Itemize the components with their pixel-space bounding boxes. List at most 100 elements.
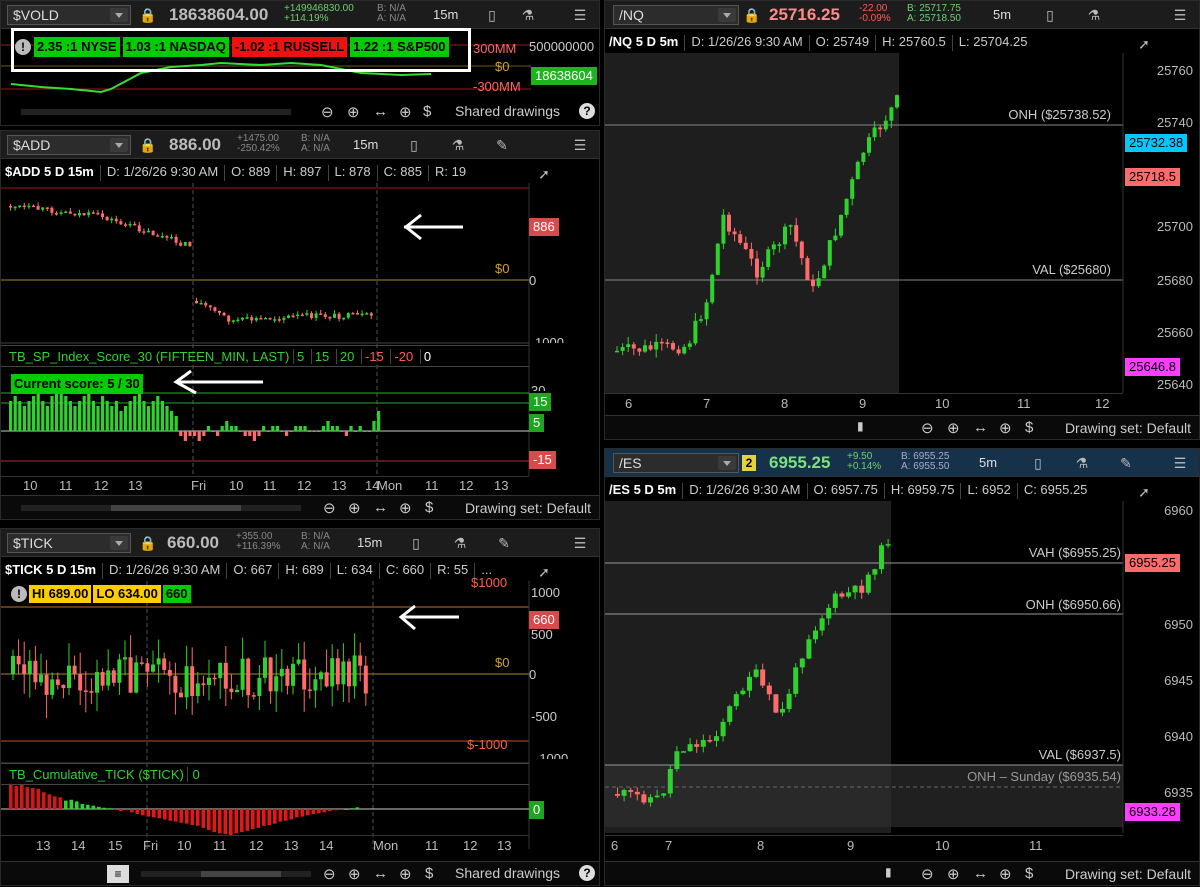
candle-body (240, 658, 245, 690)
candle-body (263, 657, 267, 678)
candle-body (323, 314, 327, 317)
cum-tick-bar (42, 792, 46, 809)
tick-shared-drawings[interactable]: Shared drawings (455, 865, 560, 881)
tick-xlabel: 13 (36, 838, 51, 853)
candle-body (328, 316, 332, 319)
candle-body (700, 740, 706, 747)
candle-body (319, 672, 323, 680)
help-icon[interactable]: ? (579, 103, 595, 119)
crosshair-icon[interactable]: ⊕ (999, 865, 1012, 883)
candles-icon[interactable]: ▯ (483, 6, 501, 24)
add-drawing-set[interactable]: Drawing set: Default (465, 500, 591, 516)
menu-icon[interactable]: ☰ (571, 6, 589, 24)
vold-symbol-select[interactable]: $VOLD (7, 5, 131, 25)
add-scrollbar[interactable] (21, 505, 301, 511)
zoom-out-icon[interactable]: ⊖ (323, 865, 336, 883)
tick-xlabel: 13 (497, 838, 512, 853)
dollar-icon[interactable]: $ (425, 865, 433, 882)
score-bar (298, 426, 302, 431)
candle-body (11, 655, 15, 674)
candle-body (195, 301, 198, 304)
score-bar (335, 426, 339, 431)
tick-candles (11, 633, 368, 719)
candle-body (819, 618, 825, 631)
es-xlabel: 9 (847, 838, 855, 853)
score-bar (188, 431, 192, 436)
current-score-badge: Current score: 5 / 30 (11, 374, 143, 394)
scroll-handle-icon[interactable]: ▮ (857, 419, 864, 433)
es-xaxis: 6 7 8 9 10 11 (605, 835, 1123, 855)
tick-label-neg1000: $-1000 (467, 737, 508, 752)
flask-icon[interactable]: ⚗ (519, 6, 537, 24)
vold-shared-drawings[interactable]: Shared drawings (455, 103, 560, 119)
tick-xaxis: 13 14 15 Fri 10 11 12 13 14 Mon 11 12 13 (1, 835, 529, 855)
zoom-in-icon[interactable]: ⊕ (947, 419, 960, 437)
candle-body (285, 668, 290, 686)
candle-body (738, 234, 743, 243)
vold-panel: $VOLD 🔒 18638604.00 +149946830.00 +114.19… (0, 0, 600, 126)
cum-tick-bar (9, 783, 13, 809)
dollar-icon[interactable]: $ (1025, 419, 1033, 436)
crosshair-icon[interactable]: ⊕ (399, 865, 412, 883)
lock-icon[interactable]: 🔒 (139, 6, 157, 24)
tick-tick-neg500: -500 (531, 709, 558, 724)
tick-xlabel: 11 (425, 838, 439, 853)
warning-icon[interactable]: ! (15, 39, 31, 55)
zoom-in-icon[interactable]: ⊕ (348, 865, 361, 883)
candle-body (100, 672, 105, 686)
help-icon[interactable]: ? (579, 865, 595, 881)
crosshair-icon[interactable]: ⊕ (399, 499, 412, 517)
score-bar (229, 426, 233, 431)
nq-xlabel: 8 (781, 396, 789, 411)
cum-tick-bar (135, 809, 140, 815)
nq-drawing-set[interactable]: Drawing set: Default (1065, 420, 1191, 436)
zoom-in-icon[interactable]: ⊕ (947, 865, 960, 883)
crosshair-icon[interactable]: ⊕ (999, 419, 1012, 437)
crosshair-icon[interactable]: ⊕ (399, 103, 412, 121)
score-bar (78, 401, 82, 431)
breadth-badges: ! 2.35 :1 NYSE 1.03 :1 NASDAQ -1.02 :1 R… (15, 37, 449, 57)
candle-body (114, 218, 118, 222)
score-study-name[interactable]: TB_SP_Index_Score_30 (FIFTEEN_MIN, LAST) (1, 349, 289, 364)
candle-body (337, 313, 341, 319)
tick-scrollbar[interactable] (141, 871, 311, 877)
zoom-in-icon[interactable]: ⊕ (348, 499, 361, 517)
candle-body (704, 302, 709, 320)
add-xlabel: 13 (494, 478, 509, 493)
dollar-icon[interactable]: $ (1025, 865, 1033, 882)
candle-body (9, 206, 12, 208)
warning-icon[interactable]: ! (11, 586, 27, 602)
score-bar (275, 426, 279, 431)
scroll-handle-icon[interactable]: ▮ (885, 865, 892, 879)
candle-body (760, 266, 765, 278)
vold-scrollbar[interactable] (21, 109, 291, 115)
zoom-out-icon[interactable]: ⊖ (321, 103, 334, 121)
score-bar (377, 411, 381, 431)
zoom-out-icon[interactable]: ⊖ (921, 419, 934, 437)
candle-body (133, 223, 137, 226)
zoom-out-icon[interactable]: ⊖ (323, 499, 336, 517)
cum-study-name[interactable]: TB_Cumulative_TICK ($TICK) (1, 767, 184, 782)
candle-body (826, 607, 832, 619)
candle-body (727, 214, 731, 232)
chevron-down-icon[interactable] (110, 8, 128, 22)
es-drawing-set[interactable]: Drawing set: Default (1065, 866, 1191, 882)
zoom-out-icon[interactable]: ⊖ (921, 865, 934, 883)
pan-icon[interactable]: ↔ (373, 499, 388, 516)
candle-body (73, 213, 77, 216)
add-xlabel: 11 (59, 478, 73, 493)
candle-body (204, 302, 208, 306)
pan-icon[interactable]: ↔ (373, 103, 388, 120)
pan-icon[interactable]: ↔ (973, 865, 988, 882)
dollar-icon[interactable]: $ (423, 103, 431, 120)
score-bar (271, 426, 275, 431)
vold-timeframe[interactable]: 15m (433, 7, 458, 22)
nq-xlabel: 10 (935, 396, 950, 411)
zoom-in-icon[interactable]: ⊕ (347, 103, 360, 121)
collapse-icon[interactable]: ≡ (107, 865, 129, 883)
pan-icon[interactable]: ↔ (373, 865, 388, 882)
pan-icon[interactable]: ↔ (973, 419, 988, 436)
dollar-icon[interactable]: $ (425, 499, 433, 516)
candle-body (641, 794, 647, 803)
candle-body (173, 675, 178, 693)
